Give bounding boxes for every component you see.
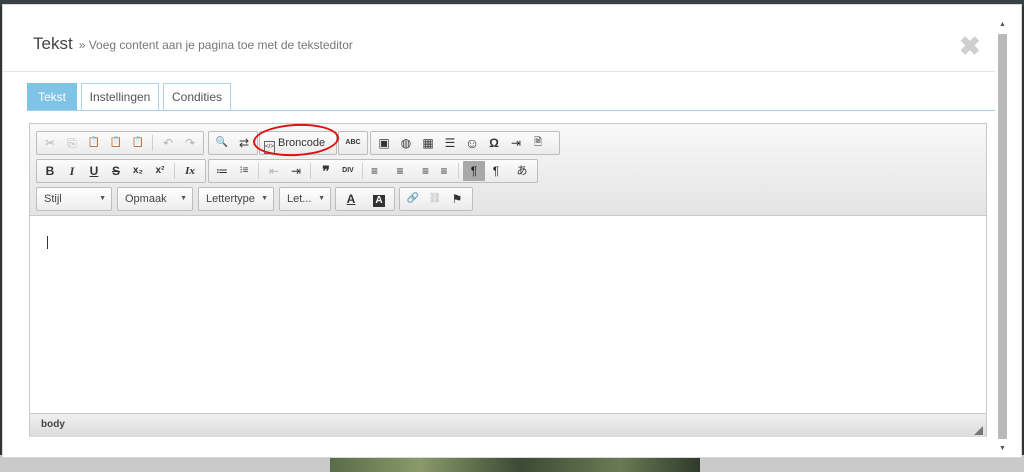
paragraph-group: ≔ ⁝≡ ⇤ ⇥ ❞ DIV ≡ ≡ ≡ ≡ ¶ ¶ あ xyxy=(208,159,538,183)
editor-toolbar: ✂ ⎘ 📋 📋 📋 ↶ ↷ 🔍 ⇄ </> Broncode ABC ▣ ◍ ▦… xyxy=(30,124,986,216)
horizontal-line-icon[interactable]: ☰ xyxy=(439,133,461,153)
underline-icon[interactable]: U xyxy=(83,161,105,181)
superscript-icon[interactable]: x² xyxy=(149,161,171,181)
close-icon[interactable]: ✖ xyxy=(959,33,981,59)
background-color-button[interactable]: A xyxy=(366,189,392,209)
blockquote-icon[interactable]: ❞ xyxy=(315,161,337,181)
dialog-header: Tekst » Voeg content aan je pagina toe me… xyxy=(3,5,995,72)
align-center-icon[interactable]: ≡ xyxy=(389,161,411,181)
link-icon[interactable]: 🔗 xyxy=(402,189,424,209)
dialog-title: Tekst » Voeg content aan je pagina toe me… xyxy=(33,34,353,54)
toolbar-separator xyxy=(458,163,459,179)
indent-icon[interactable]: ⇥ xyxy=(285,161,307,181)
find-icon[interactable]: 🔍 xyxy=(211,133,233,153)
flash-icon[interactable]: ◍ xyxy=(395,133,417,153)
background-color-icon: A xyxy=(373,195,385,207)
paste-icon[interactable]: 📋 xyxy=(83,133,105,153)
dialog-subtitle: » Voeg content aan je pagina toe met de … xyxy=(78,38,353,52)
text-direction-ltr-icon[interactable]: ¶ xyxy=(463,161,485,181)
tab-condities[interactable]: Condities xyxy=(163,83,231,110)
bulleted-list-icon[interactable]: ⁝≡ xyxy=(233,161,255,181)
font-size-dropdown-label: Let... xyxy=(287,193,312,205)
justify-icon[interactable]: ≡ xyxy=(433,161,455,181)
source-icon: </> xyxy=(264,141,275,154)
chevron-down-icon: ▼ xyxy=(318,195,325,202)
style-dropdown[interactable]: Stijl ▼ xyxy=(36,187,112,211)
cut-icon[interactable]: ✂ xyxy=(39,133,61,153)
numbered-list-icon[interactable]: ≔ xyxy=(211,161,233,181)
chevron-down-icon: ▼ xyxy=(261,195,268,202)
scroll-down-arrow[interactable]: ▼ xyxy=(996,443,1009,455)
style-dropdown-label: Stijl xyxy=(44,193,62,205)
insert-group: ▣ ◍ ▦ ☰ ☺ Ω ⇥ 🗎 xyxy=(370,131,560,155)
editor-status-bar: body xyxy=(30,413,986,437)
scrollbar[interactable]: ▲ ▼ xyxy=(996,19,1009,455)
text-direction-rtl-icon[interactable]: ¶ xyxy=(485,161,507,181)
text-cursor xyxy=(47,236,48,249)
align-left-icon[interactable]: ≡ xyxy=(367,161,389,181)
tab-underline xyxy=(27,110,995,111)
bold-icon[interactable]: B xyxy=(39,161,61,181)
chevron-down-icon: ▼ xyxy=(180,195,187,202)
source-button[interactable]: </> Broncode xyxy=(264,133,336,154)
create-div-icon[interactable]: DIV xyxy=(337,161,359,181)
toolbar-separator xyxy=(258,163,259,179)
remove-format-icon[interactable]: Ix xyxy=(179,161,201,181)
language-icon[interactable]: あ xyxy=(509,161,535,181)
paste-from-word-icon[interactable]: 📋 xyxy=(127,133,149,153)
toolbar-separator xyxy=(152,135,153,151)
font-size-dropdown[interactable]: Let... ▼ xyxy=(279,187,331,211)
paste-text-icon[interactable]: 📋 xyxy=(105,133,127,153)
italic-icon[interactable]: I xyxy=(61,161,83,181)
source-group: </> Broncode xyxy=(259,131,337,155)
table-icon[interactable]: ▦ xyxy=(417,133,439,153)
scroll-up-arrow[interactable]: ▲ xyxy=(996,19,1009,31)
toolbar-separator xyxy=(174,163,175,179)
source-label: Broncode xyxy=(278,137,326,149)
anchor-flag-icon[interactable]: ⚑ xyxy=(446,189,468,209)
tab-instellingen[interactable]: Instellingen xyxy=(81,83,159,110)
replace-icon[interactable]: ⇄ xyxy=(233,133,255,153)
subscript-icon[interactable]: x₂ xyxy=(127,161,149,181)
format-dropdown[interactable]: Opmaak ▼ xyxy=(117,187,193,211)
editor-content-area[interactable] xyxy=(30,216,986,412)
clipboard-group: ✂ ⎘ 📋 📋 📋 ↶ ↷ xyxy=(36,131,204,155)
toolbar-separator xyxy=(310,163,311,179)
text-editor-dialog: Tekst » Voeg content aan je pagina toe me… xyxy=(2,4,1022,458)
unlink-icon[interactable]: ⛓ xyxy=(424,189,446,209)
outdent-icon[interactable]: ⇤ xyxy=(263,161,285,181)
image-icon[interactable]: ▣ xyxy=(373,133,395,153)
spellcheck-group: ABC xyxy=(338,131,368,155)
find-group: 🔍 ⇄ xyxy=(208,131,258,155)
dialog-title-text: Tekst xyxy=(33,34,73,53)
format-dropdown-label: Opmaak xyxy=(125,193,167,205)
chevron-down-icon: ▼ xyxy=(99,195,106,202)
smiley-icon[interactable]: ☺ xyxy=(461,133,483,153)
copy-icon[interactable]: ⎘ xyxy=(61,133,83,153)
special-character-icon[interactable]: Ω xyxy=(483,133,505,153)
resize-handle-icon[interactable] xyxy=(974,426,983,435)
toolbar-separator xyxy=(362,163,363,179)
font-dropdown[interactable]: Lettertype ▼ xyxy=(198,187,274,211)
undo-icon[interactable]: ↶ xyxy=(157,133,179,153)
spellcheck-icon[interactable]: ABC xyxy=(341,133,365,153)
strikethrough-icon[interactable]: S xyxy=(105,161,127,181)
redo-icon[interactable]: ↷ xyxy=(179,133,201,153)
page-break-icon[interactable]: ⇥ xyxy=(505,133,527,153)
colors-group: A A xyxy=(335,187,395,211)
font-dropdown-label: Lettertype xyxy=(206,193,255,205)
template-icon[interactable]: 🗎 xyxy=(527,133,549,153)
basic-styles-group: B I U S x₂ x² Ix xyxy=(36,159,206,183)
element-path[interactable]: body xyxy=(41,419,65,430)
text-color-icon[interactable]: A xyxy=(338,189,364,209)
align-right-icon[interactable]: ≡ xyxy=(411,161,433,181)
tab-tekst[interactable]: Tekst xyxy=(27,83,77,110)
links-group: 🔗 ⛓ ⚑ xyxy=(399,187,473,211)
rich-text-editor: ✂ ⎘ 📋 📋 📋 ↶ ↷ 🔍 ⇄ </> Broncode ABC ▣ ◍ ▦… xyxy=(29,123,987,437)
scroll-thumb[interactable] xyxy=(998,34,1007,439)
